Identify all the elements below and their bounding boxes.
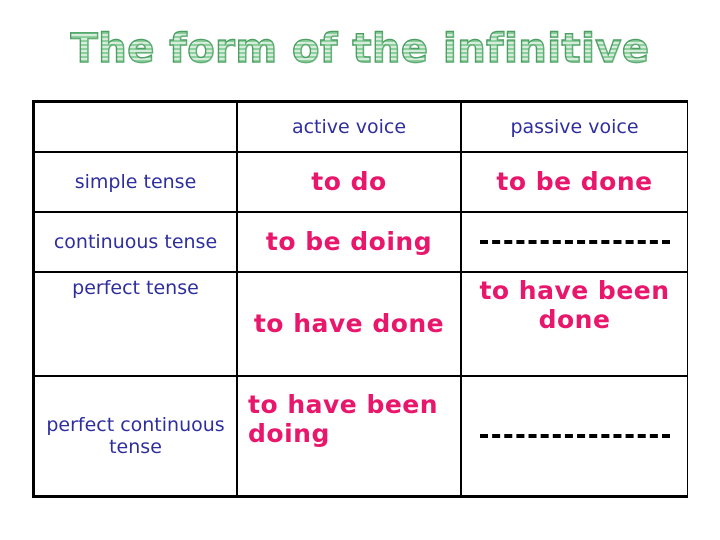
row-label-simple-tense: simple tense <box>74 170 197 193</box>
header-cell-corner <box>35 103 238 153</box>
table-row: continuous tense to be doing <box>35 210 687 274</box>
cell-perfect-continuous-active: to have been doing <box>236 375 462 495</box>
page-title: The form of the infinitive <box>70 26 650 72</box>
slide-canvas: The form of the infinitive active voice <box>0 0 720 540</box>
header-cell-passive-voice: passive voice <box>460 103 687 153</box>
not-applicable-dash-icon <box>479 239 670 244</box>
verb-form-simple-active: to do <box>311 166 387 196</box>
table: active voice passive voice simple tense <box>35 103 687 495</box>
row-label-cell-simple-tense: simple tense <box>35 150 238 213</box>
verb-form-perfect-continuous-active: to have been doing <box>248 390 439 448</box>
table-header-row: active voice passive voice <box>35 103 687 153</box>
verb-form-perfect-active: to have done <box>253 308 445 338</box>
row-label-cell-perfect-tense: perfect tense <box>35 270 238 378</box>
cell-simple-active: to do <box>236 150 462 213</box>
not-applicable-dash-icon <box>479 434 670 439</box>
table-row: simple tense to do to be done <box>35 150 687 213</box>
cell-continuous-passive <box>460 210 687 274</box>
cell-perfect-continuous-passive <box>460 375 687 495</box>
row-label-cell-continuous-tense: continuous tense <box>35 210 238 274</box>
row-label-cell-perfect-continuous-tense: perfect continuous tense <box>35 375 238 495</box>
verb-form-continuous-active: to be doing <box>265 226 433 256</box>
header-passive-voice-label: passive voice <box>510 115 639 138</box>
row-label-continuous-tense: continuous tense <box>53 230 218 253</box>
verb-form-simple-passive: to be done <box>496 166 653 196</box>
cell-perfect-passive: to have been done <box>460 270 687 378</box>
title-container: The form of the infinitive <box>0 26 720 72</box>
header-active-voice-label: active voice <box>291 115 407 138</box>
verb-form-perfect-passive: to have been done <box>479 276 670 334</box>
cell-simple-passive: to be done <box>460 150 687 213</box>
cell-continuous-active: to be doing <box>236 210 462 274</box>
infinitive-forms-table: active voice passive voice simple tense <box>32 100 688 498</box>
table-row: perfect tense to have done to have been … <box>35 270 687 378</box>
table-row: perfect continuous tense to have been do… <box>35 375 687 495</box>
row-label-perfect-continuous-tense: perfect continuous tense <box>46 413 225 459</box>
header-cell-active-voice: active voice <box>236 103 462 153</box>
cell-perfect-active: to have done <box>236 270 462 378</box>
row-label-perfect-tense: perfect tense <box>72 277 199 299</box>
